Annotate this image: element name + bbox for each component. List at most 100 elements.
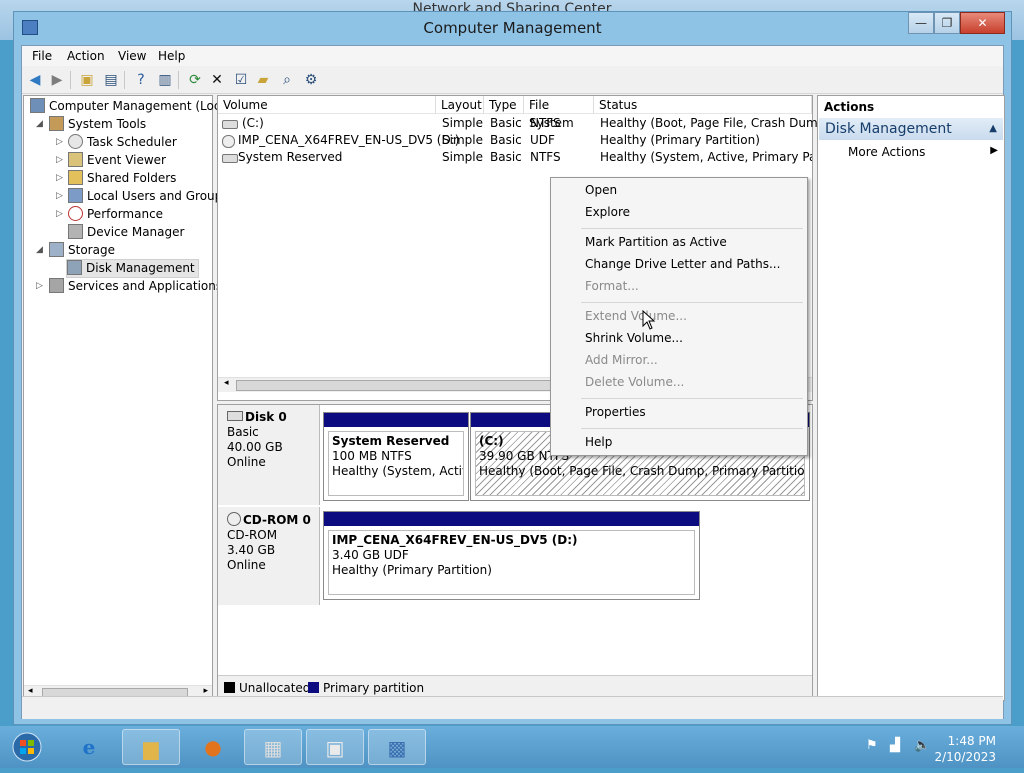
navigation-tree-pane: Computer Management (Local ◢ System Tool… (23, 95, 231, 701)
column-header-layout[interactable]: Layout (436, 96, 484, 114)
toolbar-separator (70, 71, 71, 89)
delete-icon[interactable]: ✕ (208, 71, 226, 89)
flag-icon[interactable]: ⚑ (866, 738, 878, 753)
event-viewer-icon (68, 152, 83, 167)
tree-item-event-viewer[interactable]: Event Viewer (68, 152, 166, 169)
menu-item-help[interactable]: Help (585, 435, 612, 449)
partition-d[interactable]: IMP_CENA_X64FREV_EN-US_DV5 (D:) 3.40 GB … (323, 511, 700, 600)
collapse-icon[interactable]: ▲ (989, 118, 997, 140)
column-header-volume[interactable]: Volume (218, 96, 436, 114)
menu-item-change-drive-letter[interactable]: Change Drive Letter and Paths... (585, 257, 780, 271)
up-folder-icon[interactable]: ▣ (78, 71, 96, 89)
collapsed-arrow-icon[interactable]: ▷ (56, 152, 63, 169)
back-icon[interactable]: ◀ (26, 71, 44, 89)
start-icon[interactable] (2, 729, 52, 765)
cell-volume: IMP_CENA_X64FREV_EN-US_DV5 (D:) (238, 133, 460, 147)
tree-item-shared-folders[interactable]: Shared Folders (68, 170, 176, 187)
more-actions-item[interactable]: More Actions ▶ (848, 145, 998, 159)
partition-body: System Reserved 100 MB NTFS Healthy (Sys… (328, 431, 464, 496)
tree-item-performance[interactable]: Performance (68, 206, 163, 223)
cell-status: Healthy (Primary Partition) (600, 133, 760, 147)
menu-item-extend-volume: Extend Volume... (585, 309, 687, 323)
users-icon (68, 188, 83, 203)
maximize-button[interactable]: ❐ (934, 12, 960, 34)
expanded-arrow-icon[interactable]: ◢ (36, 116, 43, 133)
menu-item-properties[interactable]: Properties (585, 405, 646, 419)
collapsed-arrow-icon[interactable]: ▷ (56, 170, 63, 187)
firefox-icon[interactable]: ● (184, 729, 242, 765)
file-explorer-icon[interactable]: ▆ (122, 729, 180, 765)
tree-item-disk-management[interactable]: Disk Management (66, 259, 199, 278)
control-panel-icon[interactable]: ▦ (244, 729, 302, 765)
show-hide-tree-icon[interactable]: ▤ (102, 71, 120, 89)
clock[interactable]: 1:48 PM 2/10/2023 (934, 733, 996, 765)
cell-layout: Simple (442, 116, 483, 130)
cell-volume: System Reserved (238, 150, 343, 164)
disk-management-icon (67, 260, 82, 275)
column-header-status[interactable]: Status (594, 96, 812, 114)
partition-body: IMP_CENA_X64FREV_EN-US_DV5 (D:) 3.40 GB … (328, 530, 695, 595)
computer-management-icon[interactable]: ▩ (368, 729, 426, 765)
toolbar-separator (178, 71, 179, 89)
tree-item-storage[interactable]: Storage (49, 242, 115, 259)
title-bar[interactable]: Computer Management — ❐ ✕ (14, 12, 1011, 44)
tree-item-task-scheduler[interactable]: Task Scheduler (68, 134, 177, 151)
primary-partition-bar (324, 512, 699, 526)
computer-icon (30, 98, 45, 113)
help-icon[interactable]: ? (132, 71, 150, 89)
tree-label: Event Viewer (87, 153, 166, 167)
menu-item-mark-active[interactable]: Mark Partition as Active (585, 235, 727, 249)
tree-item-local-users[interactable]: Local Users and Groups (68, 188, 229, 205)
disk-state: Online (227, 455, 266, 469)
disk-management-icon[interactable]: ▣ (306, 729, 364, 765)
scroll-right-icon[interactable]: ▸ (203, 686, 208, 696)
tree-item-device-manager[interactable]: Device Manager (68, 224, 184, 241)
cdrom-0-label[interactable]: CD-ROM 0 CD-ROM 3.40 GB Online (218, 507, 320, 605)
volume-muted-icon[interactable]: 🔈 (914, 738, 930, 753)
menu-item-shrink-volume[interactable]: Shrink Volume... (585, 331, 683, 345)
open-folder-icon[interactable]: ▰ (254, 71, 272, 89)
table-row[interactable]: System Reserved Simple Basic NTFS Health… (218, 149, 812, 166)
disk-icon (227, 411, 243, 421)
tree-item-system-tools[interactable]: System Tools (49, 116, 146, 133)
partition-system-reserved[interactable]: System Reserved 100 MB NTFS Healthy (Sys… (323, 412, 469, 501)
disk-name: Disk 0 (245, 410, 287, 424)
menu-bar: File Action View Help (22, 46, 1003, 66)
expanded-arrow-icon[interactable]: ◢ (36, 242, 43, 259)
tree-item-computer-management[interactable]: Computer Management (Local (30, 98, 231, 115)
close-button[interactable]: ✕ (960, 12, 1005, 34)
search-icon[interactable]: ⌕ (278, 71, 296, 89)
refresh-icon[interactable]: ⟳ (186, 71, 204, 89)
menu-item-explore[interactable]: Explore (585, 205, 630, 219)
network-icon[interactable]: ▟ (890, 738, 900, 753)
collapsed-arrow-icon[interactable]: ▷ (36, 278, 43, 295)
collapsed-arrow-icon[interactable]: ▷ (56, 188, 63, 205)
collapsed-arrow-icon[interactable]: ▷ (56, 134, 63, 151)
forward-icon[interactable]: ▶ (48, 71, 66, 89)
menu-file[interactable]: File (32, 49, 52, 63)
ie-icon[interactable]: e (60, 729, 118, 765)
status-bar (22, 696, 1003, 719)
disk-0-label[interactable]: Disk 0 Basic 40.00 GB Online (218, 405, 320, 505)
minimize-button[interactable]: — (908, 12, 934, 34)
scroll-left-icon[interactable]: ◂ (28, 686, 33, 696)
properties-view-icon[interactable]: ▥ (156, 71, 174, 89)
column-header-type[interactable]: Type (484, 96, 524, 114)
tree-item-services-applications[interactable]: Services and Applications (49, 278, 222, 295)
cell-type: Basic (490, 150, 522, 164)
tree-label: Shared Folders (87, 171, 177, 185)
mouse-cursor-icon (642, 310, 656, 330)
menu-help[interactable]: Help (158, 49, 185, 63)
table-row[interactable]: IMP_CENA_X64FREV_EN-US_DV5 (D:) Simple B… (218, 132, 812, 149)
collapsed-arrow-icon[interactable]: ▷ (56, 206, 63, 223)
menu-action[interactable]: Action (67, 49, 105, 63)
properties-icon[interactable]: ☑ (232, 71, 250, 89)
menu-item-open[interactable]: Open (585, 183, 617, 197)
scroll-left-icon[interactable]: ◂ (224, 378, 229, 388)
tools-icon (49, 116, 64, 131)
table-row[interactable]: (C:) Simple Basic NTFS Healthy (Boot, Pa… (218, 115, 840, 132)
column-header-file-system[interactable]: File System (524, 96, 594, 130)
menu-view[interactable]: View (118, 49, 146, 63)
actions-section-disk-management[interactable]: Disk Management ▲ (819, 118, 1003, 140)
settings-icon[interactable]: ⚙ (302, 71, 320, 89)
